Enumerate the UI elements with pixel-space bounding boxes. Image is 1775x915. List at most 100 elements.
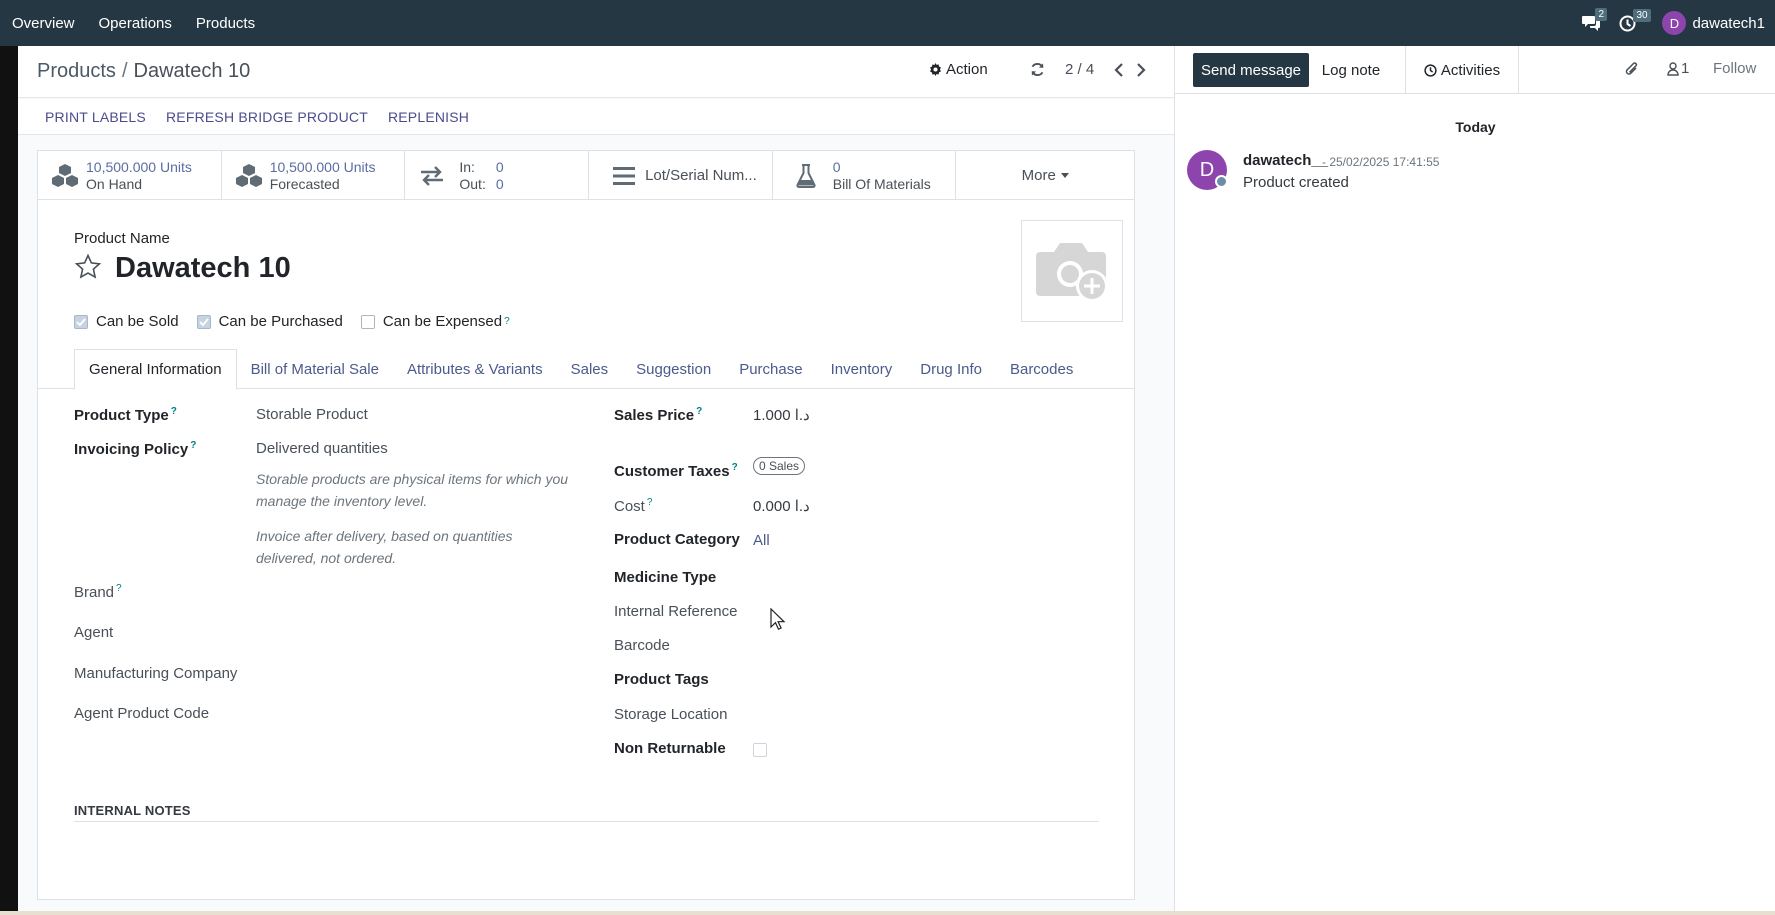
followers-button[interactable]: 1: [1667, 60, 1689, 77]
form-sheet: 10,500.000 Units On Hand 10,500.000 Unit…: [37, 150, 1135, 900]
on-hand-button[interactable]: 10,500.000 Units On Hand: [38, 151, 222, 200]
breadcrumb-current: Dawatech 10: [133, 60, 251, 82]
online-status-icon: [1215, 175, 1228, 188]
exchange-icon: [417, 161, 447, 191]
cost-label: Cost?: [614, 497, 653, 515]
help-tooltip[interactable]: ?: [696, 406, 702, 417]
messages-menu[interactable]: 2: [1581, 8, 1607, 32]
gear-icon: [930, 63, 941, 76]
internal-notes-title: INTERNAL NOTES: [74, 803, 191, 818]
systray: 2 30 D dawatech1: [1581, 0, 1775, 46]
breadcrumb-products[interactable]: Products: [37, 60, 116, 83]
lot-serial-button[interactable]: Lot/Serial Num...: [589, 151, 773, 200]
paperclip-icon[interactable]: [1624, 60, 1640, 78]
can-be-expensed-checkbox[interactable]: Can be Expensed ?: [360, 313, 510, 330]
cubes-icon: [234, 161, 264, 191]
chevron-left-icon[interactable]: [1114, 62, 1124, 77]
lot-serial-label: Lot/Serial Num...: [645, 167, 757, 184]
replenish-button[interactable]: REPLENISH: [380, 109, 481, 125]
tab-inventory[interactable]: Inventory: [817, 349, 907, 389]
in-value: 0: [495, 158, 504, 175]
checkbox-checked[interactable]: [74, 314, 88, 329]
log-note-button[interactable]: Log note: [1313, 53, 1389, 87]
can-be-purchased-label: Can be Purchased: [218, 313, 343, 330]
product-type-description: Storable products are physical items for…: [256, 471, 569, 509]
can-be-purchased-checkbox[interactable]: Can be Purchased: [196, 313, 343, 330]
bill-of-materials-button[interactable]: 0 Bill Of Materials: [773, 151, 957, 200]
send-message-button[interactable]: Send message: [1193, 53, 1309, 87]
help-tooltip[interactable]: ?: [171, 406, 177, 417]
product-options: Can be Sold Can be Purchased Can be Expe…: [74, 313, 528, 330]
print-labels-button[interactable]: PRINT LABELS: [37, 109, 158, 125]
in-out-button[interactable]: In: 0 Out: 0: [405, 151, 590, 200]
invoicing-policy-value[interactable]: Delivered quantities: [256, 440, 388, 457]
tab-bill-of-material-sale[interactable]: Bill of Material Sale: [237, 349, 393, 389]
more-label: More: [1021, 167, 1056, 184]
action-menu-button[interactable]: Action: [929, 61, 988, 78]
product-category-label: Product Category: [614, 531, 740, 548]
medicine-type-label: Medicine Type: [614, 569, 717, 586]
activities-menu[interactable]: 30: [1619, 8, 1651, 32]
can-be-sold-label: Can be Sold: [96, 313, 179, 330]
product-type-value[interactable]: Storable Product: [256, 406, 368, 423]
forecasted-label: Forecasted: [269, 175, 340, 192]
chevron-right-icon[interactable]: [1136, 62, 1146, 77]
follow-button[interactable]: Follow: [1713, 60, 1756, 77]
help-tooltip[interactable]: ?: [504, 316, 510, 327]
forecasted-button[interactable]: 10,500.000 Units Forecasted: [222, 151, 406, 200]
help-tooltip[interactable]: ?: [116, 583, 122, 594]
storage-location-label: Storage Location: [614, 706, 728, 723]
product-name-label: Product Name: [74, 230, 170, 247]
date-separator: Today: [1455, 119, 1496, 135]
followers-count: 1: [1681, 60, 1690, 77]
more-button[interactable]: More: [956, 151, 1134, 200]
form-view: Products / Dawatech 10 Action 2 / 4 PRIN…: [18, 46, 1174, 911]
help-tooltip[interactable]: ?: [190, 440, 196, 451]
in-label: In:: [459, 158, 475, 175]
non-returnable-label: Non Returnable: [614, 740, 726, 757]
bars-icon: [609, 161, 639, 191]
invoicing-description: Invoice after delivery, based on quantit…: [256, 528, 513, 566]
customer-tax-tag[interactable]: 0 Sales: [753, 457, 806, 475]
product-name[interactable]: Dawatech 10: [115, 252, 291, 285]
activities-button[interactable]: Activities: [1405, 46, 1519, 94]
bom-value: 0: [832, 158, 841, 175]
non-returnable-checkbox[interactable]: [753, 743, 767, 757]
menu-overview[interactable]: Overview: [0, 0, 87, 46]
tab-general-information[interactable]: General Information: [74, 349, 237, 390]
menu-products[interactable]: Products: [184, 0, 267, 46]
help-tooltip[interactable]: ?: [732, 462, 738, 473]
can-be-sold-checkbox[interactable]: Can be Sold: [74, 313, 179, 330]
menu-operations[interactable]: Operations: [87, 0, 184, 46]
tab-purchase[interactable]: Purchase: [725, 349, 816, 389]
checkbox-checked[interactable]: [196, 314, 211, 329]
product-category-value[interactable]: All: [753, 532, 770, 549]
user-avatar: D: [1662, 11, 1687, 35]
tab-drug-info[interactable]: Drug Info: [906, 349, 996, 389]
refresh-bridge-product-button[interactable]: REFRESH BRIDGE PRODUCT: [158, 109, 380, 125]
help-tooltip[interactable]: ?: [647, 497, 653, 508]
activities-badge: 30: [1633, 8, 1651, 22]
tab-suggestion[interactable]: Suggestion: [622, 349, 725, 389]
out-label: Out:: [459, 175, 486, 192]
tab-attributes-variants[interactable]: Attributes & Variants: [393, 349, 557, 389]
message-author[interactable]: dawatech__: [1243, 152, 1328, 169]
activities-label: Activities: [1440, 61, 1501, 79]
breadcrumb-separator: /: [121, 60, 128, 82]
pager-value[interactable]: 2 / 4: [1065, 61, 1094, 78]
sales-price-value[interactable]: 1.000 د.ا: [753, 406, 810, 424]
product-image[interactable]: [1021, 220, 1123, 322]
cost-value[interactable]: 0.000 د.ا: [753, 497, 810, 515]
user-menu[interactable]: D dawatech1: [1662, 11, 1765, 35]
customer-taxes-label: Customer Taxes?: [614, 462, 738, 480]
on-hand-value: 10,500.000 Units: [86, 158, 192, 175]
header-buttons: PRINT LABELS REFRESH BRIDGE PRODUCT REPL…: [18, 99, 1174, 135]
tab-sales[interactable]: Sales: [557, 349, 623, 389]
brand-label: Brand?: [74, 583, 122, 601]
clock-icon: [1424, 63, 1437, 77]
refresh-icon[interactable]: [1030, 62, 1045, 77]
checkbox-unchecked[interactable]: [360, 314, 375, 329]
star-icon[interactable]: [74, 253, 102, 281]
left-edge: [0, 46, 18, 915]
tab-barcodes[interactable]: Barcodes: [996, 349, 1087, 389]
